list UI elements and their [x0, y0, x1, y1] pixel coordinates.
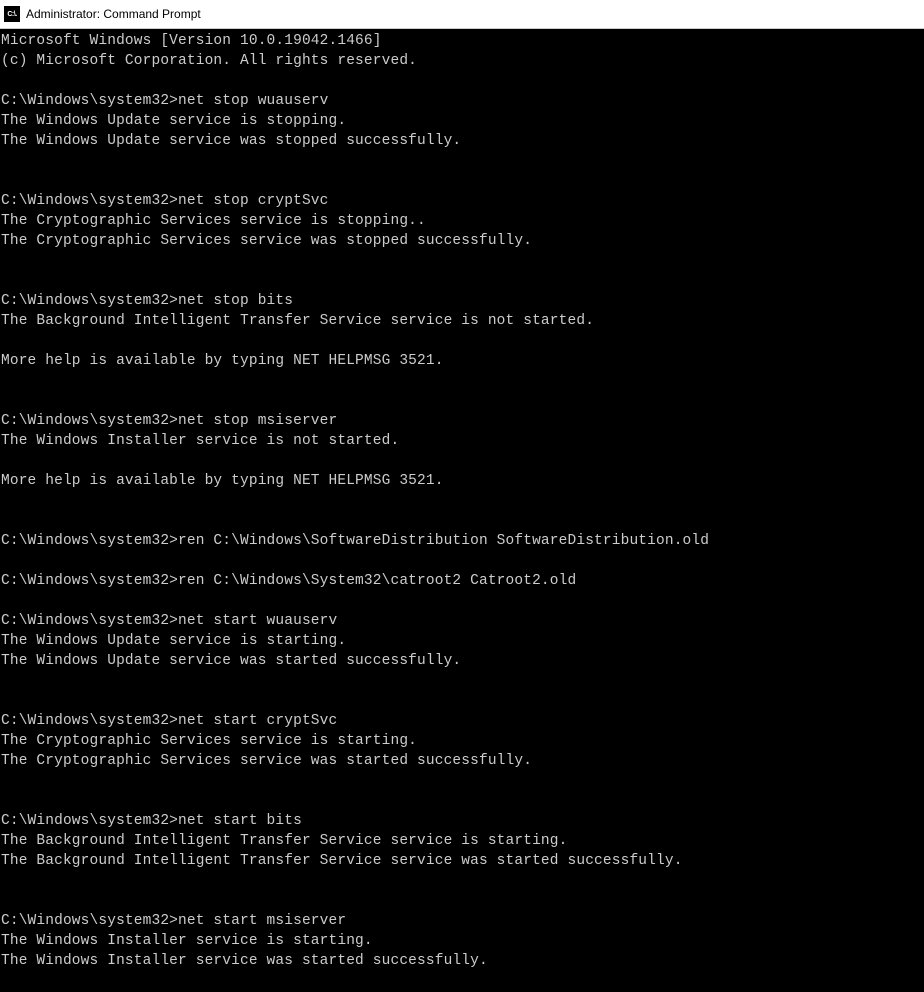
terminal-line: The Cryptographic Services service is st… [1, 731, 924, 751]
terminal-line: The Windows Update service is stopping. [1, 111, 924, 131]
terminal-line: More help is available by typing NET HEL… [1, 471, 924, 491]
terminal-line: The Background Intelligent Transfer Serv… [1, 831, 924, 851]
terminal-line [1, 691, 924, 711]
terminal-line: The Cryptographic Services service is st… [1, 211, 924, 231]
terminal-line [1, 791, 924, 811]
terminal-line: C:\Windows\system32>ren C:\Windows\Syste… [1, 571, 924, 591]
terminal-line: Microsoft Windows [Version 10.0.19042.14… [1, 31, 924, 51]
terminal-line: C:\Windows\system32>net start msiserver [1, 911, 924, 931]
terminal-line [1, 591, 924, 611]
terminal-line [1, 771, 924, 791]
terminal-line [1, 71, 924, 91]
terminal-line: The Background Intelligent Transfer Serv… [1, 851, 924, 871]
terminal-line: More help is available by typing NET HEL… [1, 351, 924, 371]
terminal-line [1, 891, 924, 911]
cmd-icon: C:\. [4, 6, 20, 22]
terminal-line: The Windows Installer service is startin… [1, 931, 924, 951]
terminal-line [1, 371, 924, 391]
terminal-line: The Windows Installer service is not sta… [1, 431, 924, 451]
terminal-line: (c) Microsoft Corporation. All rights re… [1, 51, 924, 71]
terminal-line [1, 391, 924, 411]
terminal-line [1, 451, 924, 471]
terminal-line: C:\Windows\system32>ren C:\Windows\Softw… [1, 531, 924, 551]
terminal-line [1, 871, 924, 891]
terminal-line [1, 551, 924, 571]
terminal-line: C:\Windows\system32>net start bits [1, 811, 924, 831]
terminal-line: The Cryptographic Services service was s… [1, 751, 924, 771]
terminal-line: C:\Windows\system32>net start cryptSvc [1, 711, 924, 731]
terminal-line [1, 491, 924, 511]
terminal-line: C:\Windows\system32>net stop bits [1, 291, 924, 311]
terminal-line [1, 251, 924, 271]
title-bar[interactable]: C:\. Administrator: Command Prompt [0, 0, 924, 29]
terminal-line: The Cryptographic Services service was s… [1, 231, 924, 251]
terminal-line: The Windows Update service was started s… [1, 651, 924, 671]
terminal-line [1, 171, 924, 191]
terminal-line: C:\Windows\system32>net start wuauserv [1, 611, 924, 631]
terminal-line [1, 671, 924, 691]
terminal-line: C:\Windows\system32>net stop msiserver [1, 411, 924, 431]
terminal-line: The Windows Update service is starting. [1, 631, 924, 651]
terminal-line: The Windows Update service was stopped s… [1, 131, 924, 151]
terminal-line: The Windows Installer service was starte… [1, 951, 924, 971]
terminal-line [1, 511, 924, 531]
terminal-line [1, 151, 924, 171]
terminal-output[interactable]: Microsoft Windows [Version 10.0.19042.14… [0, 29, 924, 971]
terminal-line [1, 331, 924, 351]
window-title: Administrator: Command Prompt [26, 7, 201, 21]
terminal-line: C:\Windows\system32>net stop wuauserv [1, 91, 924, 111]
terminal-line: The Background Intelligent Transfer Serv… [1, 311, 924, 331]
terminal-line: C:\Windows\system32>net stop cryptSvc [1, 191, 924, 211]
terminal-line [1, 271, 924, 291]
